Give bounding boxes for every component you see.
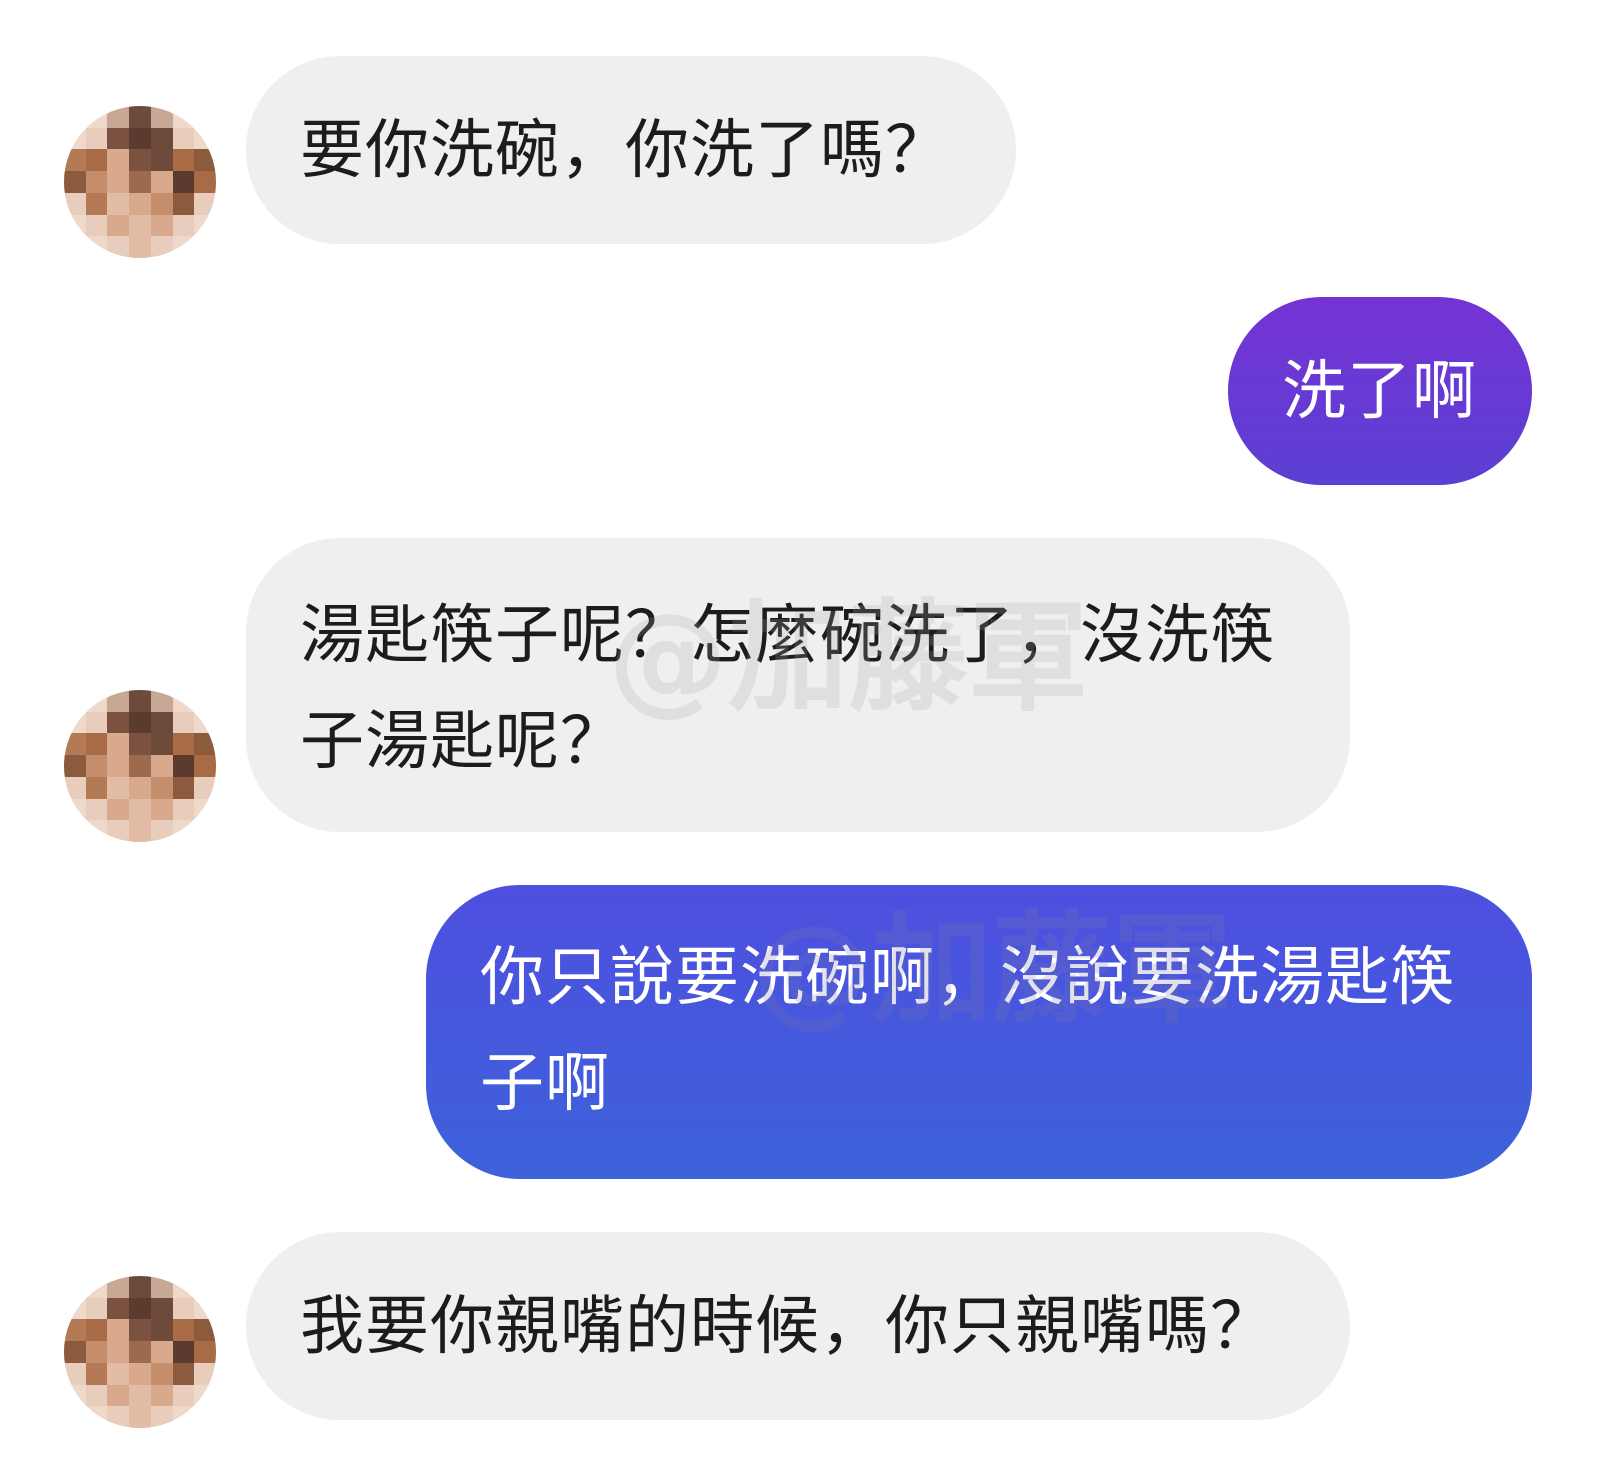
outgoing-message-bubble[interactable]: 你只說要洗碗啊，沒說要洗湯匙筷子啊 xyxy=(426,885,1532,1179)
outgoing-message-bubble[interactable]: 洗了啊 xyxy=(1228,297,1532,485)
message-text: 湯匙筷子呢？怎麼碗洗了，沒洗筷子湯匙呢？ xyxy=(300,599,1275,779)
avatar-icon xyxy=(64,690,216,842)
contact-avatar-1[interactable] xyxy=(64,106,216,258)
message-text: 要你洗碗，你洗了嗎？ xyxy=(300,114,950,188)
message-text: 你只說要洗碗啊，沒說要洗湯匙筷子啊 xyxy=(480,941,1455,1121)
incoming-message-bubble[interactable]: 湯匙筷子呢？怎麼碗洗了，沒洗筷子湯匙呢？ xyxy=(246,538,1350,832)
incoming-message-bubble[interactable]: 我要你親嘴的時候，你只親嘴嗎？ xyxy=(246,1232,1350,1420)
contact-avatar-2[interactable] xyxy=(64,690,216,842)
contact-avatar-3[interactable] xyxy=(64,1276,216,1428)
message-text: 我要你親嘴的時候，你只親嘴嗎？ xyxy=(300,1290,1275,1364)
message-text: 洗了啊 xyxy=(1282,355,1477,429)
avatar-icon xyxy=(64,1276,216,1428)
avatar-icon xyxy=(64,106,216,258)
incoming-message-bubble[interactable]: 要你洗碗，你洗了嗎？ xyxy=(246,56,1016,244)
